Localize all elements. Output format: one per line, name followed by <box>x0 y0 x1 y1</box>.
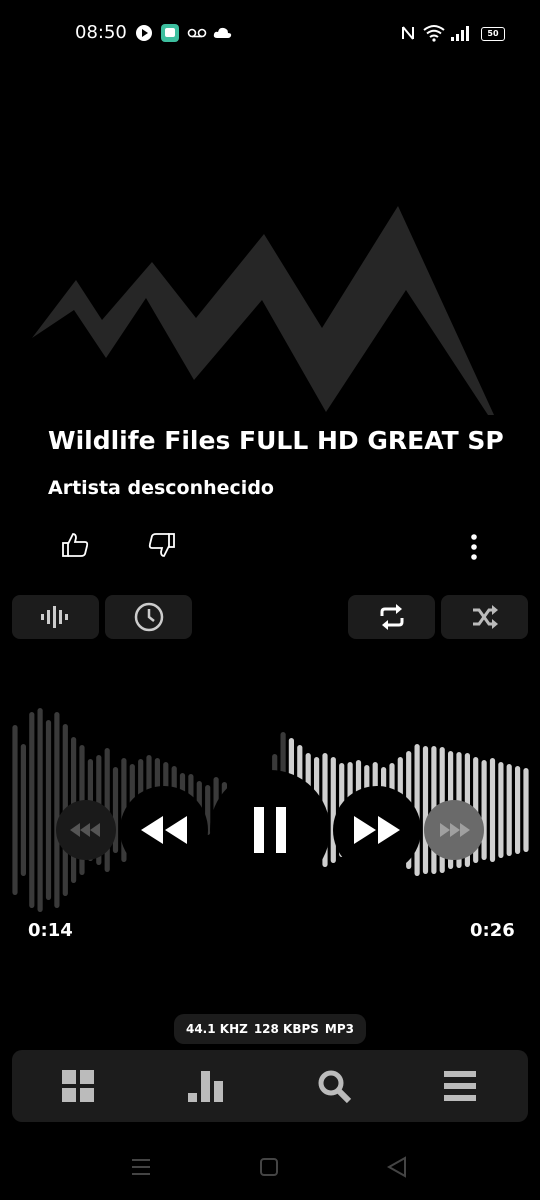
voicemail-icon <box>187 28 207 38</box>
sample-rate: 44.1 KHZ <box>185 1022 248 1036</box>
waveform-bar <box>481 760 487 860</box>
menu-icon <box>444 1071 476 1101</box>
elapsed-time: 0:14 <box>28 920 73 941</box>
repeat-icon <box>380 604 403 630</box>
nav-menu[interactable] <box>438 1064 482 1108</box>
waveform-bar <box>12 725 18 895</box>
song-title: Wildlife Files FULL HD GREAT SP <box>48 426 504 455</box>
waveform-bar <box>498 762 504 858</box>
signal-icon <box>451 26 469 41</box>
play-notification-icon <box>136 25 152 41</box>
search-icon <box>318 1070 352 1104</box>
back-icon[interactable] <box>386 1156 406 1178</box>
triple-rewind-icon <box>70 823 100 837</box>
system-navigation-bar <box>132 1156 406 1178</box>
nav-search[interactable] <box>312 1064 356 1108</box>
more-options-button[interactable] <box>460 528 488 566</box>
fast-forward-button[interactable] <box>333 786 421 874</box>
waveform-bar <box>20 744 26 876</box>
bottom-navigation <box>12 1050 528 1122</box>
more-vertical-icon <box>471 534 477 560</box>
fast-forward-icon <box>354 816 400 844</box>
like-button[interactable] <box>55 525 95 565</box>
triple-forward-icon <box>440 823 470 837</box>
grid-icon <box>62 1070 94 1102</box>
battery-icon: 50 <box>481 27 505 41</box>
waveform-bar <box>422 746 429 874</box>
waveform-bar <box>515 766 521 854</box>
rewind-button[interactable] <box>120 786 208 874</box>
total-time: 0:26 <box>470 920 515 941</box>
waveform-bar <box>37 708 43 912</box>
waveform-bar <box>506 764 512 856</box>
status-bar: 08:50 50 <box>0 0 540 68</box>
shuffle-icon <box>472 605 498 629</box>
bitrate: 128 KBPS <box>253 1022 319 1036</box>
audio-info-badge: 44.1 KHZ 128 KBPS MP3 <box>174 1014 366 1044</box>
wifi-icon <box>423 25 445 42</box>
album-artwork <box>32 206 494 415</box>
waveform-bar <box>54 712 60 908</box>
clock-icon <box>134 602 163 632</box>
thumbs-up-icon <box>62 533 89 557</box>
bar-chart-icon <box>188 1071 223 1102</box>
rewind-icon <box>141 816 187 844</box>
home-icon[interactable] <box>260 1158 278 1176</box>
status-time: 08:50 <box>75 22 127 43</box>
equalizer-icon <box>40 606 68 628</box>
waveform-bar <box>45 720 52 900</box>
shuffle-button[interactable] <box>441 595 528 639</box>
app-notification-icon <box>161 24 179 42</box>
pause-icon <box>254 807 286 853</box>
artist-name: Artista desconhecido <box>48 477 274 499</box>
dislike-button[interactable] <box>142 525 182 565</box>
waveform-bar <box>489 758 496 862</box>
recent-apps-icon[interactable] <box>132 1159 150 1175</box>
nav-charts[interactable] <box>184 1064 228 1108</box>
sleep-timer-button[interactable] <box>105 595 192 639</box>
nfc-icon <box>402 26 414 40</box>
nav-library[interactable] <box>56 1064 100 1108</box>
file-format: MP3 <box>324 1022 355 1036</box>
repeat-button[interactable] <box>348 595 435 639</box>
equalizer-button[interactable] <box>12 595 99 639</box>
skip-next-button[interactable] <box>424 800 484 860</box>
waveform-bar <box>330 757 336 863</box>
play-pause-button[interactable] <box>210 770 330 890</box>
waveform-bar <box>523 768 529 852</box>
waveform-bar <box>29 712 35 908</box>
skip-previous-button[interactable] <box>56 800 116 860</box>
cloud-icon <box>213 27 232 38</box>
thumbs-down-icon <box>148 533 175 557</box>
